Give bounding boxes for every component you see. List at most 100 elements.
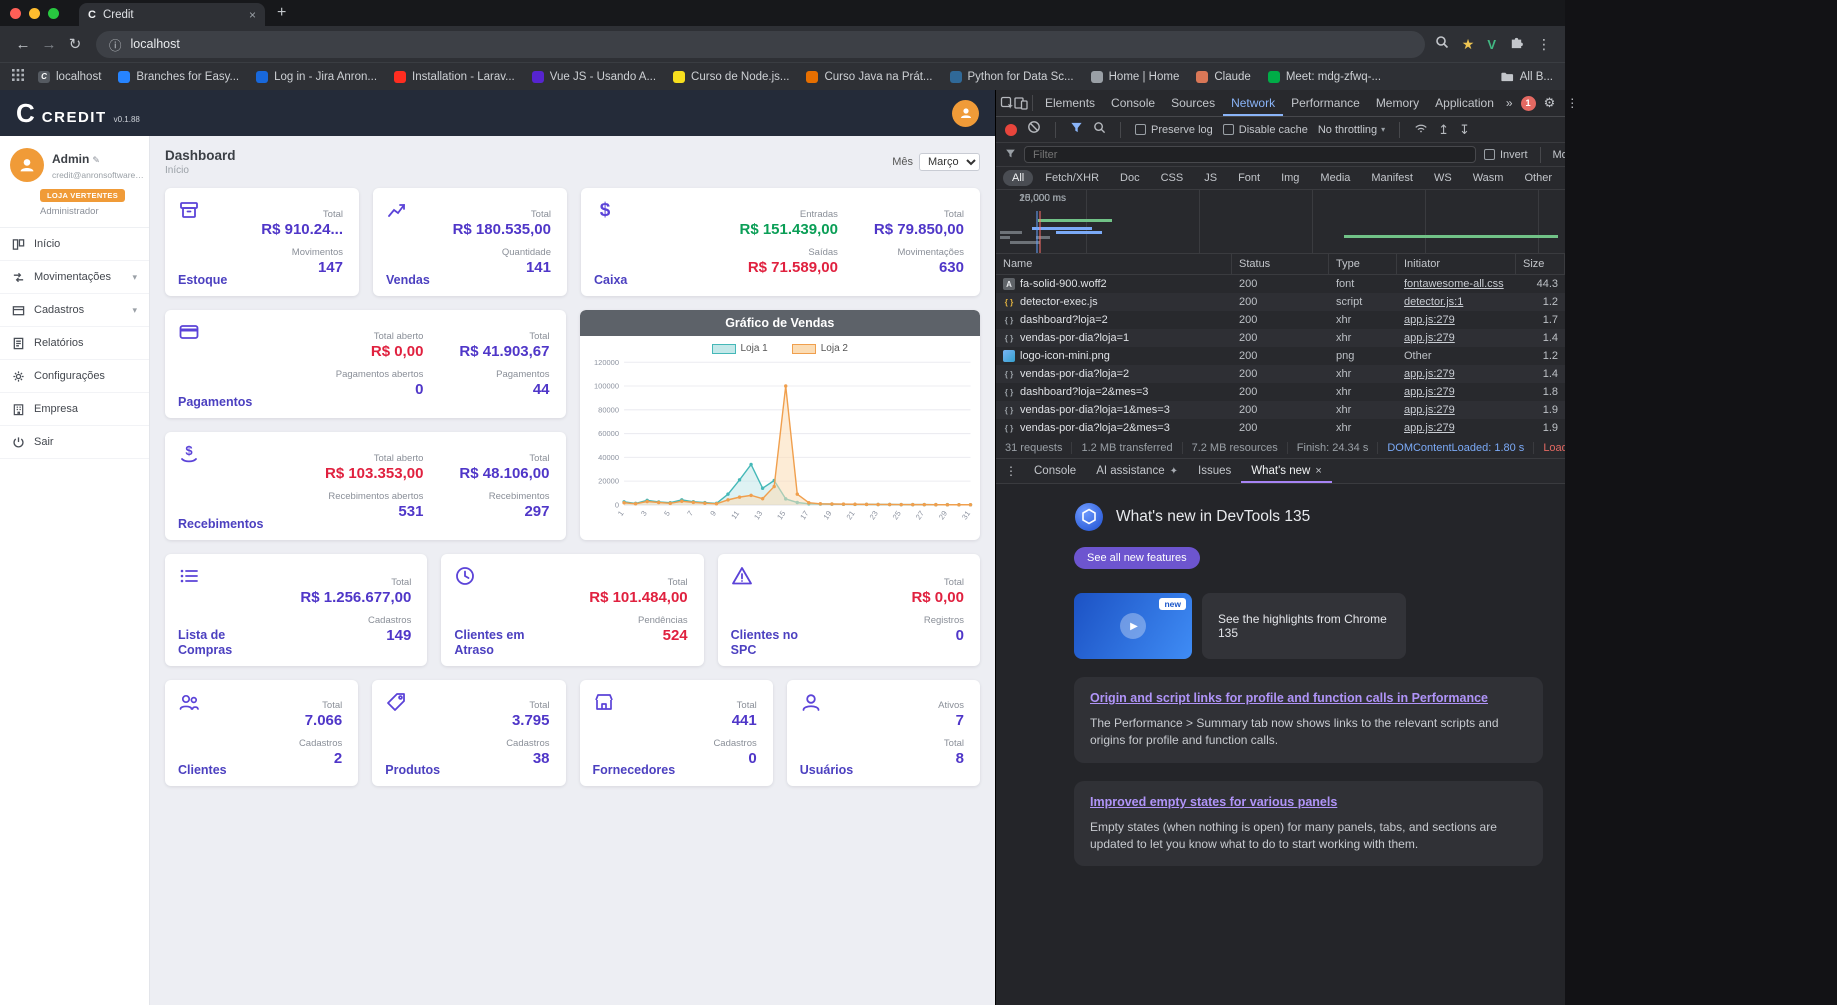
forward-button[interactable]: → bbox=[36, 36, 62, 53]
import-har-icon[interactable]: ↥ bbox=[1438, 122, 1449, 138]
error-count-badge[interactable]: 1 bbox=[1520, 95, 1536, 111]
network-filter-input[interactable] bbox=[1024, 146, 1476, 163]
card-estoque[interactable]: Estoque Total R$ 910.24... Movimentos 147 bbox=[165, 188, 359, 296]
request-initiator-cell[interactable]: Other bbox=[1397, 350, 1516, 362]
new-tab-button[interactable]: + bbox=[277, 4, 286, 22]
see-all-new-features-button[interactable]: See all new features bbox=[1074, 547, 1200, 569]
page-info-icon[interactable]: ⓘ bbox=[109, 35, 122, 54]
filter-chip[interactable]: Wasm bbox=[1464, 170, 1513, 186]
sidebar-item-configuracoes[interactable]: Configurações bbox=[0, 360, 149, 393]
more-tabs-icon[interactable]: » bbox=[1502, 96, 1517, 110]
network-request-row[interactable]: detector-exec.js 200 script detector.js:… bbox=[996, 293, 1565, 311]
column-header-size[interactable]: Size bbox=[1516, 254, 1565, 274]
preserve-log-checkbox[interactable]: Preserve log bbox=[1135, 124, 1213, 136]
throttling-select[interactable]: No throttling ▾ bbox=[1318, 124, 1385, 136]
sidebar-item-empresa[interactable]: Empresa bbox=[0, 393, 149, 426]
sidebar-item-cadastros[interactable]: Cadastros ▾ bbox=[0, 294, 149, 327]
card-lista-compras[interactable]: Lista de Compras Total R$ 1.256.677,00 Cad… bbox=[165, 554, 428, 666]
vue-devtools-extension-icon[interactable]: V bbox=[1487, 37, 1496, 52]
play-icon[interactable]: ▶ bbox=[1120, 613, 1146, 639]
filter-chip[interactable]: WS bbox=[1425, 170, 1461, 186]
bookmark-item[interactable]: Meet: mdg-zfwq-... bbox=[1267, 70, 1381, 83]
request-initiator-cell[interactable]: app.js:279 bbox=[1397, 332, 1516, 344]
card-clientes[interactable]: Clientes Total 7.066 Cadastros 2 bbox=[165, 680, 359, 786]
bookmark-item[interactable]: Installation - Larav... bbox=[394, 70, 515, 83]
filter-chip[interactable]: Media bbox=[1311, 170, 1359, 186]
browser-tab[interactable]: C Credit × bbox=[79, 3, 265, 26]
clear-network-log-icon[interactable] bbox=[1027, 120, 1041, 139]
extensions-puzzle-icon[interactable] bbox=[1509, 34, 1524, 54]
sidebar-item-movimentacoes[interactable]: Movimentações ▾ bbox=[0, 261, 149, 294]
filter-chip[interactable]: Other bbox=[1515, 170, 1561, 186]
card-clientes-atraso[interactable]: Clientes em Atraso Total R$ 101.484,00 Pen… bbox=[441, 554, 704, 666]
feature-heading-link[interactable]: Improved empty states for various panels bbox=[1090, 794, 1527, 811]
network-request-row[interactable]: vendas-por-dia?loja=1 200 xhr app.js:279… bbox=[996, 329, 1565, 347]
drawer-tab-issues[interactable]: Issues bbox=[1188, 459, 1241, 483]
address-bar[interactable]: ⓘ localhost bbox=[96, 30, 1425, 58]
highlight-caption[interactable]: See the highlights from Chrome 135 bbox=[1202, 593, 1406, 659]
card-clientes-spc[interactable]: Clientes no SPC Total R$ 0,00 Registros 0 bbox=[717, 554, 980, 666]
card-recebimentos[interactable]: $ Recebimentos Total aberto R$ 103.353,00… bbox=[165, 432, 566, 540]
request-initiator-cell[interactable]: app.js:279 bbox=[1397, 422, 1516, 434]
bookmark-item[interactable]: Curso de Node.js... bbox=[673, 70, 789, 83]
filter-chip[interactable]: Img bbox=[1272, 170, 1308, 186]
card-produtos[interactable]: Produtos Total 3.795 Cadastros 38 bbox=[372, 680, 566, 786]
sidebar-item-relatorios[interactable]: Relatórios bbox=[0, 327, 149, 360]
network-request-row[interactable]: vendas-por-dia?loja=1&mes=3 200 xhr app.… bbox=[996, 401, 1565, 419]
column-header-type[interactable]: Type bbox=[1329, 254, 1397, 274]
close-icon[interactable]: × bbox=[1315, 465, 1321, 477]
tab-network[interactable]: Network bbox=[1223, 90, 1283, 116]
network-overview-timeline[interactable]: 5,000 ms 10,000 ms 15,000 ms 20,000 ms 25,00… bbox=[996, 190, 1565, 254]
invert-filter-checkbox[interactable]: Invert bbox=[1484, 149, 1528, 161]
card-vendas[interactable]: Vendas Total R$ 180.535,00 Quantidade 141 bbox=[373, 188, 567, 296]
device-toolbar-icon[interactable] bbox=[1014, 96, 1028, 110]
bookmark-item[interactable]: C local​host bbox=[38, 70, 101, 83]
bookmark-star-icon[interactable]: ★ bbox=[1462, 36, 1475, 53]
export-har-icon[interactable]: ↧ bbox=[1459, 122, 1470, 138]
network-request-row[interactable]: vendas-por-dia?loja=2&mes=3 200 xhr app.… bbox=[996, 419, 1565, 437]
back-button[interactable]: ← bbox=[10, 36, 36, 53]
bookmark-item[interactable]: Home | Home bbox=[1090, 70, 1179, 83]
checkbox[interactable] bbox=[1135, 124, 1146, 135]
inspect-element-icon[interactable] bbox=[1000, 96, 1014, 110]
close-window-button[interactable] bbox=[10, 7, 21, 19]
checkbox[interactable] bbox=[1484, 149, 1495, 160]
search-icon[interactable] bbox=[1093, 121, 1106, 139]
card-pagamentos[interactable]: Pagamentos Total aberto R$ 0,00 Pagamentos… bbox=[165, 310, 566, 418]
request-initiator-cell[interactable]: app.js:279 bbox=[1397, 404, 1516, 416]
request-name-cell[interactable]: detector-exec.js bbox=[996, 296, 1232, 308]
request-name-cell[interactable]: fa-solid-900.woff2 bbox=[996, 278, 1232, 290]
minimize-window-button[interactable] bbox=[29, 7, 40, 19]
filter-funnel-icon[interactable] bbox=[1070, 121, 1083, 139]
request-name-cell[interactable]: vendas-por-dia?loja=1&mes=3 bbox=[996, 404, 1232, 416]
reload-button[interactable]: ↻ bbox=[62, 35, 88, 53]
edit-pencil-icon[interactable]: ✎ bbox=[92, 155, 100, 165]
request-initiator-cell[interactable]: fontawesome-all.css bbox=[1397, 278, 1516, 290]
tab-console[interactable]: Console bbox=[1103, 90, 1163, 116]
request-name-cell[interactable]: vendas-por-dia?loja=2 bbox=[996, 368, 1232, 380]
request-name-cell[interactable]: dashboard?loja=2&mes=3 bbox=[996, 386, 1232, 398]
video-thumbnail[interactable]: new ▶ bbox=[1074, 593, 1192, 659]
card-caixa[interactable]: $ Caixa Entradas R$ 151.439,00 Saídas R$ 71… bbox=[581, 188, 980, 296]
request-initiator-cell[interactable]: detector.js:1 bbox=[1397, 296, 1516, 308]
feature-heading-link[interactable]: Origin and script links for profile and … bbox=[1090, 690, 1527, 707]
filter-chip[interactable]: Manifest bbox=[1362, 170, 1422, 186]
header-avatar[interactable] bbox=[952, 99, 979, 127]
filter-chip[interactable]: Fetch/XHR bbox=[1036, 170, 1108, 186]
bookmark-item[interactable]: Vue JS - Usando A... bbox=[531, 70, 656, 83]
drawer-tab-ai-assistance[interactable]: AI assistance ✦ bbox=[1086, 459, 1188, 483]
apps-grid-icon[interactable] bbox=[12, 68, 24, 86]
tab-sources[interactable]: Sources bbox=[1163, 90, 1223, 116]
network-request-row[interactable]: logo-icon-mini.png 200 png Other 1.2 bbox=[996, 347, 1565, 365]
avatar[interactable] bbox=[10, 148, 44, 182]
network-conditions-icon[interactable] bbox=[1414, 120, 1428, 139]
record-network-log-button[interactable] bbox=[1005, 123, 1017, 136]
browser-menu-icon[interactable]: ⋮ bbox=[1537, 36, 1551, 53]
column-header-name[interactable]: Name bbox=[996, 254, 1232, 274]
drawer-menu-kebab-icon[interactable]: ⋮ bbox=[998, 464, 1024, 478]
drawer-tab-console[interactable]: Console bbox=[1024, 459, 1086, 483]
devtools-settings-gear-icon[interactable]: ⚙ bbox=[1540, 95, 1560, 111]
bookmark-item[interactable]: Branches for Easy... bbox=[118, 70, 239, 83]
filter-chip[interactable]: JS bbox=[1195, 170, 1226, 186]
zoom-icon[interactable] bbox=[1435, 35, 1449, 54]
